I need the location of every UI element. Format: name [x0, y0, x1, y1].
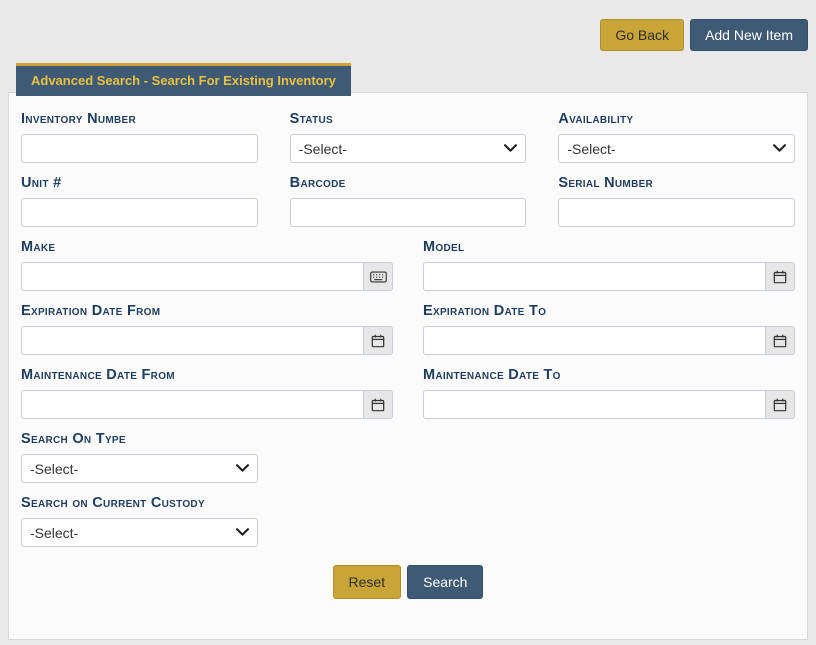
barcode-label: Barcode: [290, 175, 527, 191]
make-input-group: [21, 262, 393, 291]
go-back-button[interactable]: Go Back: [600, 19, 684, 51]
model-input-group: [423, 262, 795, 291]
field-maintenance-date-to: Maintenance Date To: [423, 355, 795, 419]
field-model: Model: [423, 227, 795, 291]
expiration-date-to-input-group: [423, 326, 795, 355]
model-label: Model: [423, 239, 795, 255]
form-row-5: Maintenance Date From Maintenance D: [21, 355, 795, 419]
search-on-type-label: Search On Type: [21, 431, 258, 447]
form-row-6: Search On Type -Select-: [21, 419, 795, 483]
search-on-type-select[interactable]: -Select-: [21, 454, 258, 483]
form-row-2: Unit # Barcode Serial Number: [21, 163, 795, 227]
field-maintenance-date-from: Maintenance Date From: [21, 355, 393, 419]
maintenance-date-to-calendar-button[interactable]: [765, 390, 795, 419]
inventory-number-input[interactable]: [21, 134, 258, 163]
field-search-on-current-custody: Search on Current Custody -Select-: [21, 483, 258, 547]
expiration-date-to-label: Expiration Date To: [423, 303, 795, 319]
form-row-3: Make: [21, 227, 795, 291]
availability-select[interactable]: -Select-: [558, 134, 795, 163]
search-on-current-custody-label: Search on Current Custody: [21, 495, 258, 511]
advanced-search-panel: Inventory Number Status -Select- Availab…: [8, 92, 808, 640]
field-availability: Availability -Select-: [558, 99, 795, 163]
make-input[interactable]: [21, 262, 363, 291]
expiration-date-from-input-group: [21, 326, 393, 355]
availability-label: Availability: [558, 111, 795, 127]
field-barcode: Barcode: [290, 163, 527, 227]
status-select[interactable]: -Select-: [290, 134, 527, 163]
search-on-type-select-wrap: -Select-: [21, 454, 258, 483]
serial-number-input[interactable]: [558, 198, 795, 227]
make-keyboard-button[interactable]: [363, 262, 393, 291]
form-row-7: Search on Current Custody -Select-: [21, 483, 795, 547]
tab-row: Advanced Search - Search For Existing In…: [16, 63, 816, 92]
maintenance-date-to-label: Maintenance Date To: [423, 367, 795, 383]
calendar-icon: [773, 334, 787, 348]
search-on-current-custody-select-wrap: -Select-: [21, 518, 258, 547]
add-new-item-button[interactable]: Add New Item: [690, 19, 808, 51]
form-row-1: Inventory Number Status -Select- Availab…: [21, 99, 795, 163]
maintenance-date-from-calendar-button[interactable]: [363, 390, 393, 419]
barcode-input[interactable]: [290, 198, 527, 227]
expiration-date-to-calendar-button[interactable]: [765, 326, 795, 355]
search-on-current-custody-select[interactable]: -Select-: [21, 518, 258, 547]
field-make: Make: [21, 227, 393, 291]
maintenance-date-from-input[interactable]: [21, 390, 363, 419]
maintenance-date-from-label: Maintenance Date From: [21, 367, 393, 383]
unit-label: Unit #: [21, 175, 258, 191]
field-expiration-date-from: Expiration Date From: [21, 291, 393, 355]
make-label: Make: [21, 239, 393, 255]
unit-input[interactable]: [21, 198, 258, 227]
form-row-4: Expiration Date From Expiration Dat: [21, 291, 795, 355]
tab-advanced-search: Advanced Search - Search For Existing In…: [16, 63, 351, 96]
calendar-icon: [773, 270, 787, 284]
field-search-on-type: Search On Type -Select-: [21, 419, 258, 483]
calendar-icon: [371, 334, 385, 348]
maintenance-date-to-input[interactable]: [423, 390, 765, 419]
top-action-bar: Go Back Add New Item: [0, 0, 816, 51]
calendar-icon: [773, 398, 787, 412]
model-calendar-button[interactable]: [765, 262, 795, 291]
field-status: Status -Select-: [290, 99, 527, 163]
field-serial-number: Serial Number: [558, 163, 795, 227]
availability-select-wrap: -Select-: [558, 134, 795, 163]
maintenance-date-from-input-group: [21, 390, 393, 419]
field-unit: Unit #: [21, 163, 258, 227]
maintenance-date-to-input-group: [423, 390, 795, 419]
expiration-date-to-input[interactable]: [423, 326, 765, 355]
expiration-date-from-calendar-button[interactable]: [363, 326, 393, 355]
expiration-date-from-input[interactable]: [21, 326, 363, 355]
reset-button[interactable]: Reset: [333, 565, 402, 599]
inventory-number-label: Inventory Number: [21, 111, 258, 127]
search-button[interactable]: Search: [407, 565, 483, 599]
field-expiration-date-to: Expiration Date To: [423, 291, 795, 355]
calendar-icon: [371, 398, 385, 412]
status-select-wrap: -Select-: [290, 134, 527, 163]
field-inventory-number: Inventory Number: [21, 99, 258, 163]
keyboard-icon: [370, 271, 387, 283]
expiration-date-from-label: Expiration Date From: [21, 303, 393, 319]
status-label: Status: [290, 111, 527, 127]
model-input[interactable]: [423, 262, 765, 291]
serial-number-label: Serial Number: [558, 175, 795, 191]
form-actions: Reset Search: [21, 565, 795, 599]
